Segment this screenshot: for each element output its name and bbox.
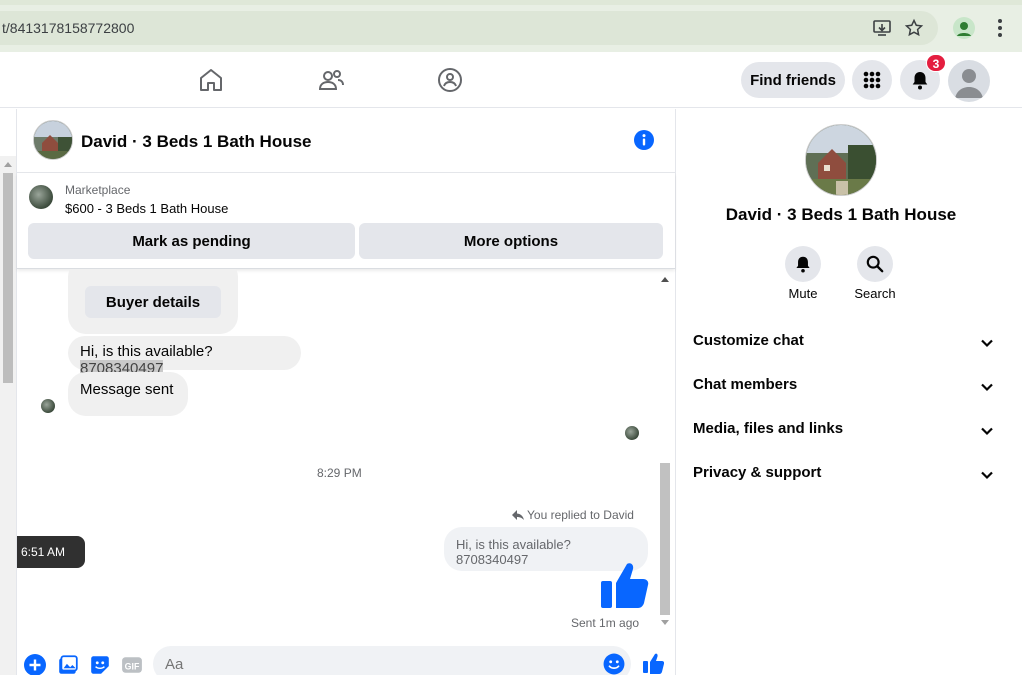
search-label: Search [854, 286, 896, 301]
reply-indicator: You replied to David [512, 508, 634, 522]
sent-status: Sent 1m ago [571, 616, 640, 630]
more-options-button[interactable]: More options [359, 223, 663, 259]
info-icon[interactable] [634, 130, 654, 150]
bookmark-star-icon[interactable] [904, 18, 924, 38]
home-icon[interactable] [197, 66, 225, 94]
conversation-details-panel: David · 3 Beds 1 Bath House Mute Search … [677, 109, 1022, 675]
page-scrollbar[interactable] [0, 156, 16, 675]
groups-icon[interactable] [436, 66, 464, 94]
scroll-down-arrow-icon[interactable] [660, 619, 670, 627]
chat-panel: David · 3 Beds 1 Bath House Marketplace … [16, 109, 676, 675]
top-navigation: Find friends 3 [0, 52, 1022, 108]
search-button[interactable] [857, 246, 893, 282]
chat-header: David · 3 Beds 1 Bath House [17, 109, 675, 173]
reply-arrow-icon [512, 510, 524, 520]
message-text: Message sent [80, 381, 174, 398]
message-text: Hi, is this available? [80, 343, 213, 360]
row-label: Customize chat [693, 332, 804, 349]
chat-title[interactable]: David · 3 Beds 1 Bath House [81, 132, 312, 152]
timestamp-tooltip: 6:51 AM [17, 536, 85, 568]
message-input[interactable] [153, 646, 631, 675]
seen-avatar [625, 426, 639, 440]
privacy-support-row[interactable]: Privacy & support [693, 464, 993, 494]
address-bar[interactable]: t/8413178158772800 [0, 11, 938, 45]
like-icon[interactable] [642, 652, 664, 674]
menu-button[interactable] [852, 60, 892, 100]
time-separator: 8:29 PM [317, 466, 362, 480]
browser-profile-avatar[interactable] [953, 17, 975, 39]
chevron-down-icon [981, 427, 993, 436]
svg-text:GIF: GIF [125, 661, 140, 671]
incoming-message[interactable]: Hi, is this available?8708340497 [68, 336, 301, 377]
emoji-icon[interactable] [603, 653, 625, 675]
quoted-text: Hi, is this available?8708340497 [456, 537, 571, 567]
apps-grid-icon [863, 71, 881, 89]
house-photo [34, 121, 72, 159]
bell-icon [912, 72, 928, 90]
account-avatar[interactable] [948, 60, 990, 102]
reply-label: You replied to David [527, 508, 634, 522]
install-app-icon[interactable] [872, 18, 892, 38]
profile-person-icon [957, 22, 971, 36]
conversation-avatar[interactable] [805, 124, 877, 196]
message-scrollbar-thumb[interactable] [660, 463, 670, 615]
house-photo [806, 125, 876, 195]
find-friends-button[interactable]: Find friends [741, 62, 845, 98]
sticker-icon[interactable] [89, 654, 111, 675]
chat-members-row[interactable]: Chat members [693, 376, 993, 406]
browser-menu-icon[interactable] [992, 16, 1008, 40]
chevron-down-icon [981, 339, 993, 348]
chat-avatar[interactable] [33, 120, 73, 160]
chevron-down-icon [981, 383, 993, 392]
message-list: Buyer details Hi, is this available?8708… [17, 269, 675, 634]
buyer-details-button[interactable]: Buyer details [85, 286, 221, 318]
page-scrollbar-thumb[interactable] [3, 173, 13, 383]
mark-as-pending-button[interactable]: Mark as pending [28, 223, 355, 259]
media-files-links-row[interactable]: Media, files and links [693, 420, 993, 450]
photo-attach-icon[interactable] [57, 654, 79, 675]
row-label: Media, files and links [693, 420, 844, 437]
row-label: Chat members [693, 376, 798, 393]
bell-icon [796, 256, 810, 273]
sender-avatar[interactable] [41, 399, 55, 413]
scroll-up-arrow-icon[interactable] [660, 275, 670, 283]
listing-price-title[interactable]: $600 - 3 Beds 1 Bath House [65, 201, 228, 216]
marketplace-label: Marketplace [65, 183, 131, 197]
scroll-up-arrow-icon[interactable] [3, 160, 13, 168]
browser-toolbar: t/8413178158772800 [0, 0, 1022, 52]
incoming-message[interactable]: Message sent [68, 372, 188, 416]
default-profile-icon [955, 69, 983, 98]
message-composer: GIF [17, 639, 675, 675]
row-label: Privacy & support [693, 464, 822, 481]
mute-button[interactable] [785, 246, 821, 282]
search-icon [866, 255, 884, 273]
tab-strip [0, 0, 1022, 5]
marketplace-listing-card: Marketplace $600 - 3 Beds 1 Bath House M… [17, 173, 675, 269]
customize-chat-row[interactable]: Customize chat [693, 332, 993, 362]
mute-label: Mute [788, 286, 818, 301]
listing-thumbnail[interactable] [29, 185, 53, 209]
friends-icon[interactable] [317, 66, 345, 94]
plus-circle-icon[interactable] [24, 654, 46, 675]
gif-icon[interactable]: GIF [121, 654, 143, 675]
conversation-title: David · 3 Beds 1 Bath House [725, 205, 957, 224]
thumbs-up-sent-icon[interactable] [599, 559, 651, 611]
url-text[interactable]: t/8413178158772800 [2, 20, 134, 36]
chevron-down-icon [981, 471, 993, 480]
notification-badge: 3 [926, 54, 946, 72]
